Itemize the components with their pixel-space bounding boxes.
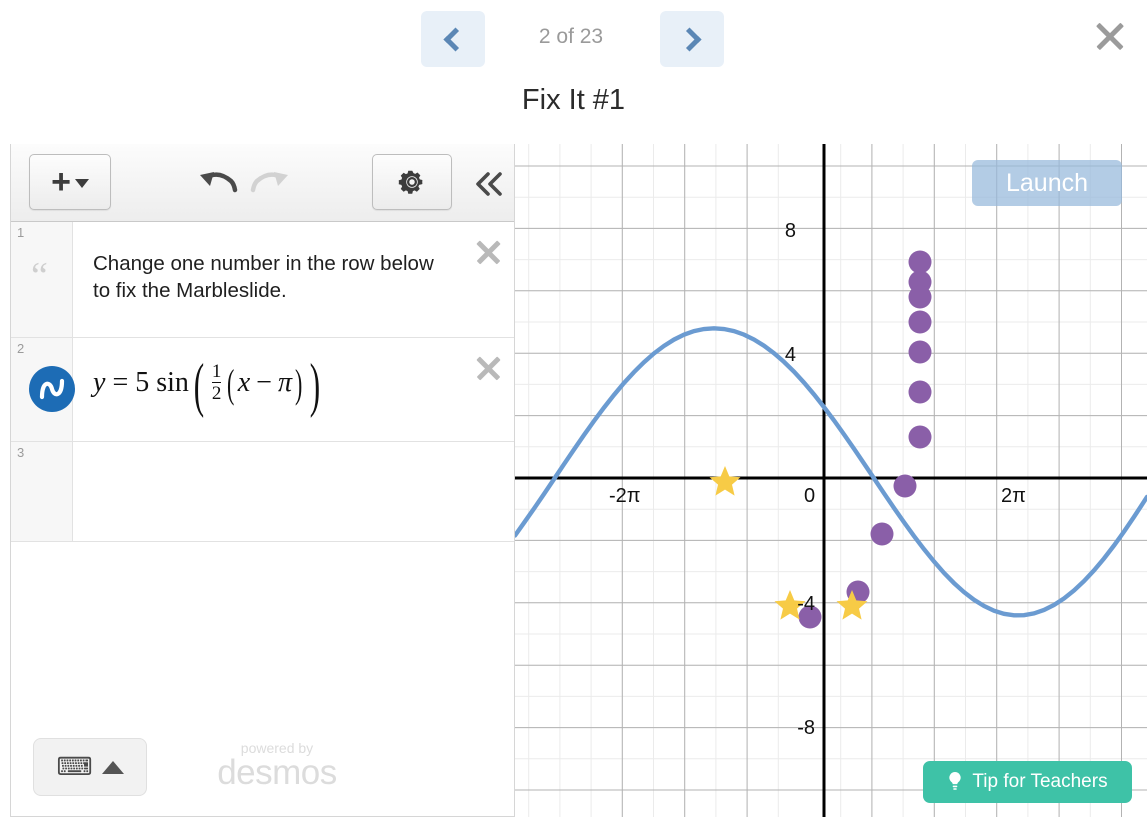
- equation-variable: x: [237, 366, 251, 398]
- chevron-left-icon: [443, 26, 468, 52]
- equation-fraction: 1 2: [211, 361, 222, 404]
- bulb-icon: [949, 772, 962, 790]
- marble: [908, 285, 932, 309]
- redo-icon: [250, 172, 288, 193]
- slide-counter: 2 of 23: [538, 25, 604, 48]
- equation-minus: −: [256, 366, 272, 398]
- add-expression-button[interactable]: +: [29, 154, 111, 210]
- fraction-numerator: 1: [211, 361, 222, 382]
- sine-curve: [515, 326, 1147, 618]
- tip-label: Tip for Teachers: [972, 771, 1108, 792]
- x-tick-label: 0: [804, 485, 815, 507]
- expression-row-note[interactable]: 1 “ Change one number in the row below t…: [11, 222, 514, 338]
- chevron-right-icon: [677, 26, 702, 52]
- axes: [515, 144, 1147, 817]
- next-slide-button[interactable]: [660, 11, 724, 67]
- y-tick-label: 8: [785, 220, 796, 242]
- row-number: 3: [17, 445, 25, 460]
- x-tick-label: 2π: [1001, 485, 1026, 507]
- row-number: 1: [17, 225, 25, 240]
- marble: [908, 250, 932, 274]
- chevrons-left-icon: [476, 172, 502, 196]
- expression-row-empty[interactable]: 3: [11, 442, 514, 542]
- row-number-gutter: 1 “: [11, 222, 73, 337]
- keyboard-toggle-button[interactable]: ⌨: [33, 738, 147, 796]
- activity-header: 2 of 23 Fix It #1: [0, 0, 1147, 140]
- page-title: Fix It #1: [521, 84, 626, 116]
- row-number-gutter: 2: [11, 338, 75, 441]
- graph-plot: -2π 0 2π 8 4 -4 -8: [515, 144, 1147, 817]
- equation-amplitude: 5: [135, 366, 150, 398]
- previous-slide-button[interactable]: [421, 11, 485, 67]
- row-number: 2: [17, 341, 25, 356]
- watermark-desmos: desmos: [217, 753, 337, 792]
- plus-icon: +: [51, 163, 71, 201]
- graph-settings-button[interactable]: [372, 154, 452, 210]
- fraction-denominator: 2: [211, 381, 222, 404]
- equation-expression[interactable]: y = 5 sin ( 1 2 ( x − π ) ): [93, 355, 325, 415]
- equation-equals: =: [112, 366, 129, 398]
- close-icon[interactable]: [1090, 16, 1130, 56]
- expression-toolbar: +: [11, 144, 514, 222]
- expression-panel: + 1 “ Change one number in the row below…: [10, 144, 515, 817]
- marble: [870, 522, 894, 546]
- collapse-panel-button[interactable]: [469, 166, 511, 202]
- redo-button[interactable]: [246, 166, 292, 202]
- graph-canvas[interactable]: -2π 0 2π 8 4 -4 -8 Launch Tip for Teache…: [515, 144, 1147, 817]
- grid-major: [515, 144, 1147, 817]
- y-tick-label: -8: [797, 717, 815, 739]
- launch-button[interactable]: Launch: [972, 160, 1122, 206]
- row-number-gutter: 3: [11, 442, 73, 541]
- sine-wave-glyph: [39, 378, 65, 400]
- quote-icon: “: [31, 255, 48, 297]
- gear-icon: [398, 170, 423, 194]
- sine-wave-icon[interactable]: [29, 366, 75, 412]
- y-tick-label: 4: [785, 344, 796, 366]
- equation-lhs: y: [93, 366, 106, 398]
- note-text: Change one number in the row below to fi…: [93, 252, 434, 302]
- marble: [908, 310, 932, 334]
- star: [709, 466, 741, 496]
- marble: [908, 340, 932, 364]
- delete-row-2-button[interactable]: [472, 352, 504, 384]
- x-tick-label: -2π: [609, 485, 641, 507]
- marble: [908, 380, 932, 404]
- y-tick-label: -4: [797, 593, 815, 615]
- chevron-down-icon: [74, 179, 89, 188]
- tip-for-teachers-button[interactable]: Tip for Teachers: [923, 761, 1132, 803]
- undo-button[interactable]: [196, 166, 242, 202]
- equation-phase: π: [277, 366, 292, 398]
- equation-function: sin: [156, 366, 189, 398]
- undo-icon: [200, 172, 238, 193]
- marble: [893, 474, 917, 498]
- desmos-activity-screen: 2 of 23 Fix It #1 + 1 “ Change one numbe…: [0, 0, 1147, 817]
- marble: [908, 425, 932, 449]
- triangle-up-icon: [101, 760, 124, 774]
- star-group: [709, 466, 868, 620]
- desmos-watermark: powered by desmos: [207, 741, 347, 790]
- expression-row-equation[interactable]: 2 y = 5 sin ( 1 2 ( x − π)): [11, 338, 514, 442]
- delete-row-1-button[interactable]: [472, 236, 504, 268]
- grid-minor: [515, 144, 1147, 817]
- keyboard-icon: ⌨: [56, 752, 93, 781]
